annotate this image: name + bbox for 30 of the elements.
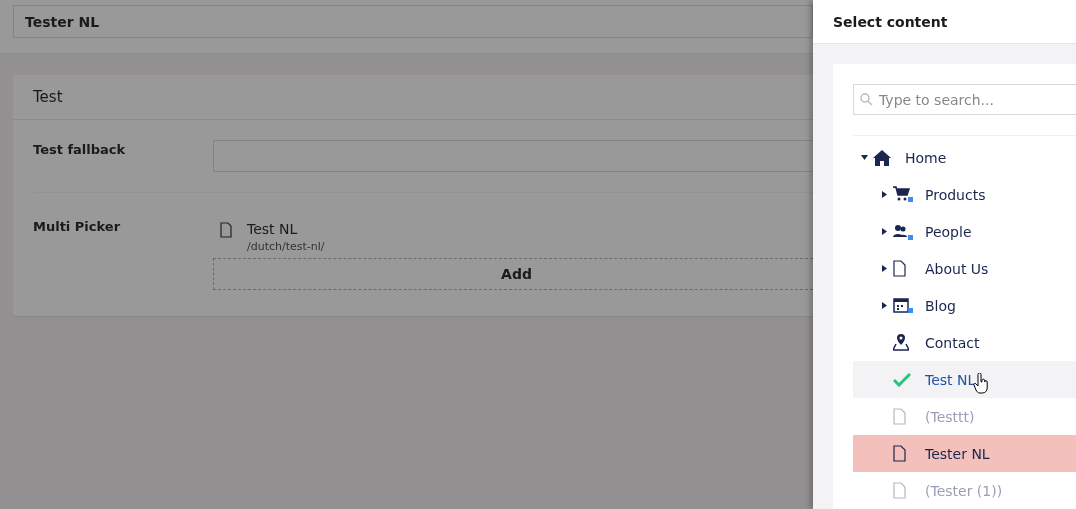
house-icon: [873, 149, 891, 166]
calendar-icon: [893, 297, 913, 314]
search-field[interactable]: Type to search...: [853, 84, 1076, 115]
property-label: Multi Picker: [33, 218, 122, 236]
tree-item[interactable]: Contact: [853, 324, 1076, 361]
name-field[interactable]: Tester NL: [13, 5, 813, 38]
tree-item[interactable]: Home: [853, 139, 1076, 176]
tree-item[interactable]: People: [853, 213, 1076, 250]
tree-item[interactable]: Blog: [853, 287, 1076, 324]
document-icon: [893, 482, 906, 499]
dialog-title: Select content: [833, 13, 948, 30]
picked-item-path: /dutch/test-nl/: [247, 240, 325, 253]
tree-item[interactable]: Test NL: [853, 361, 1076, 398]
tree-item[interactable]: Products: [853, 176, 1076, 213]
check-icon: [893, 372, 911, 387]
picked-item-name[interactable]: Test NL: [247, 221, 325, 237]
people-icon: [893, 223, 913, 240]
text-input[interactable]: [213, 140, 813, 172]
document-icon: [893, 408, 906, 425]
hand-cursor-icon: [973, 372, 990, 395]
map-pin-icon: [893, 334, 909, 351]
cart-icon: [893, 186, 913, 203]
property-label: Test fallback: [33, 141, 127, 159]
group-title: Test: [13, 75, 813, 120]
document-icon: [893, 445, 906, 462]
tree-item[interactable]: About Us: [853, 250, 1076, 287]
document-icon: [893, 260, 906, 277]
document-icon: [220, 222, 232, 238]
tree-item[interactable]: Tester NL: [853, 435, 1076, 472]
add-button[interactable]: Add: [213, 258, 813, 290]
